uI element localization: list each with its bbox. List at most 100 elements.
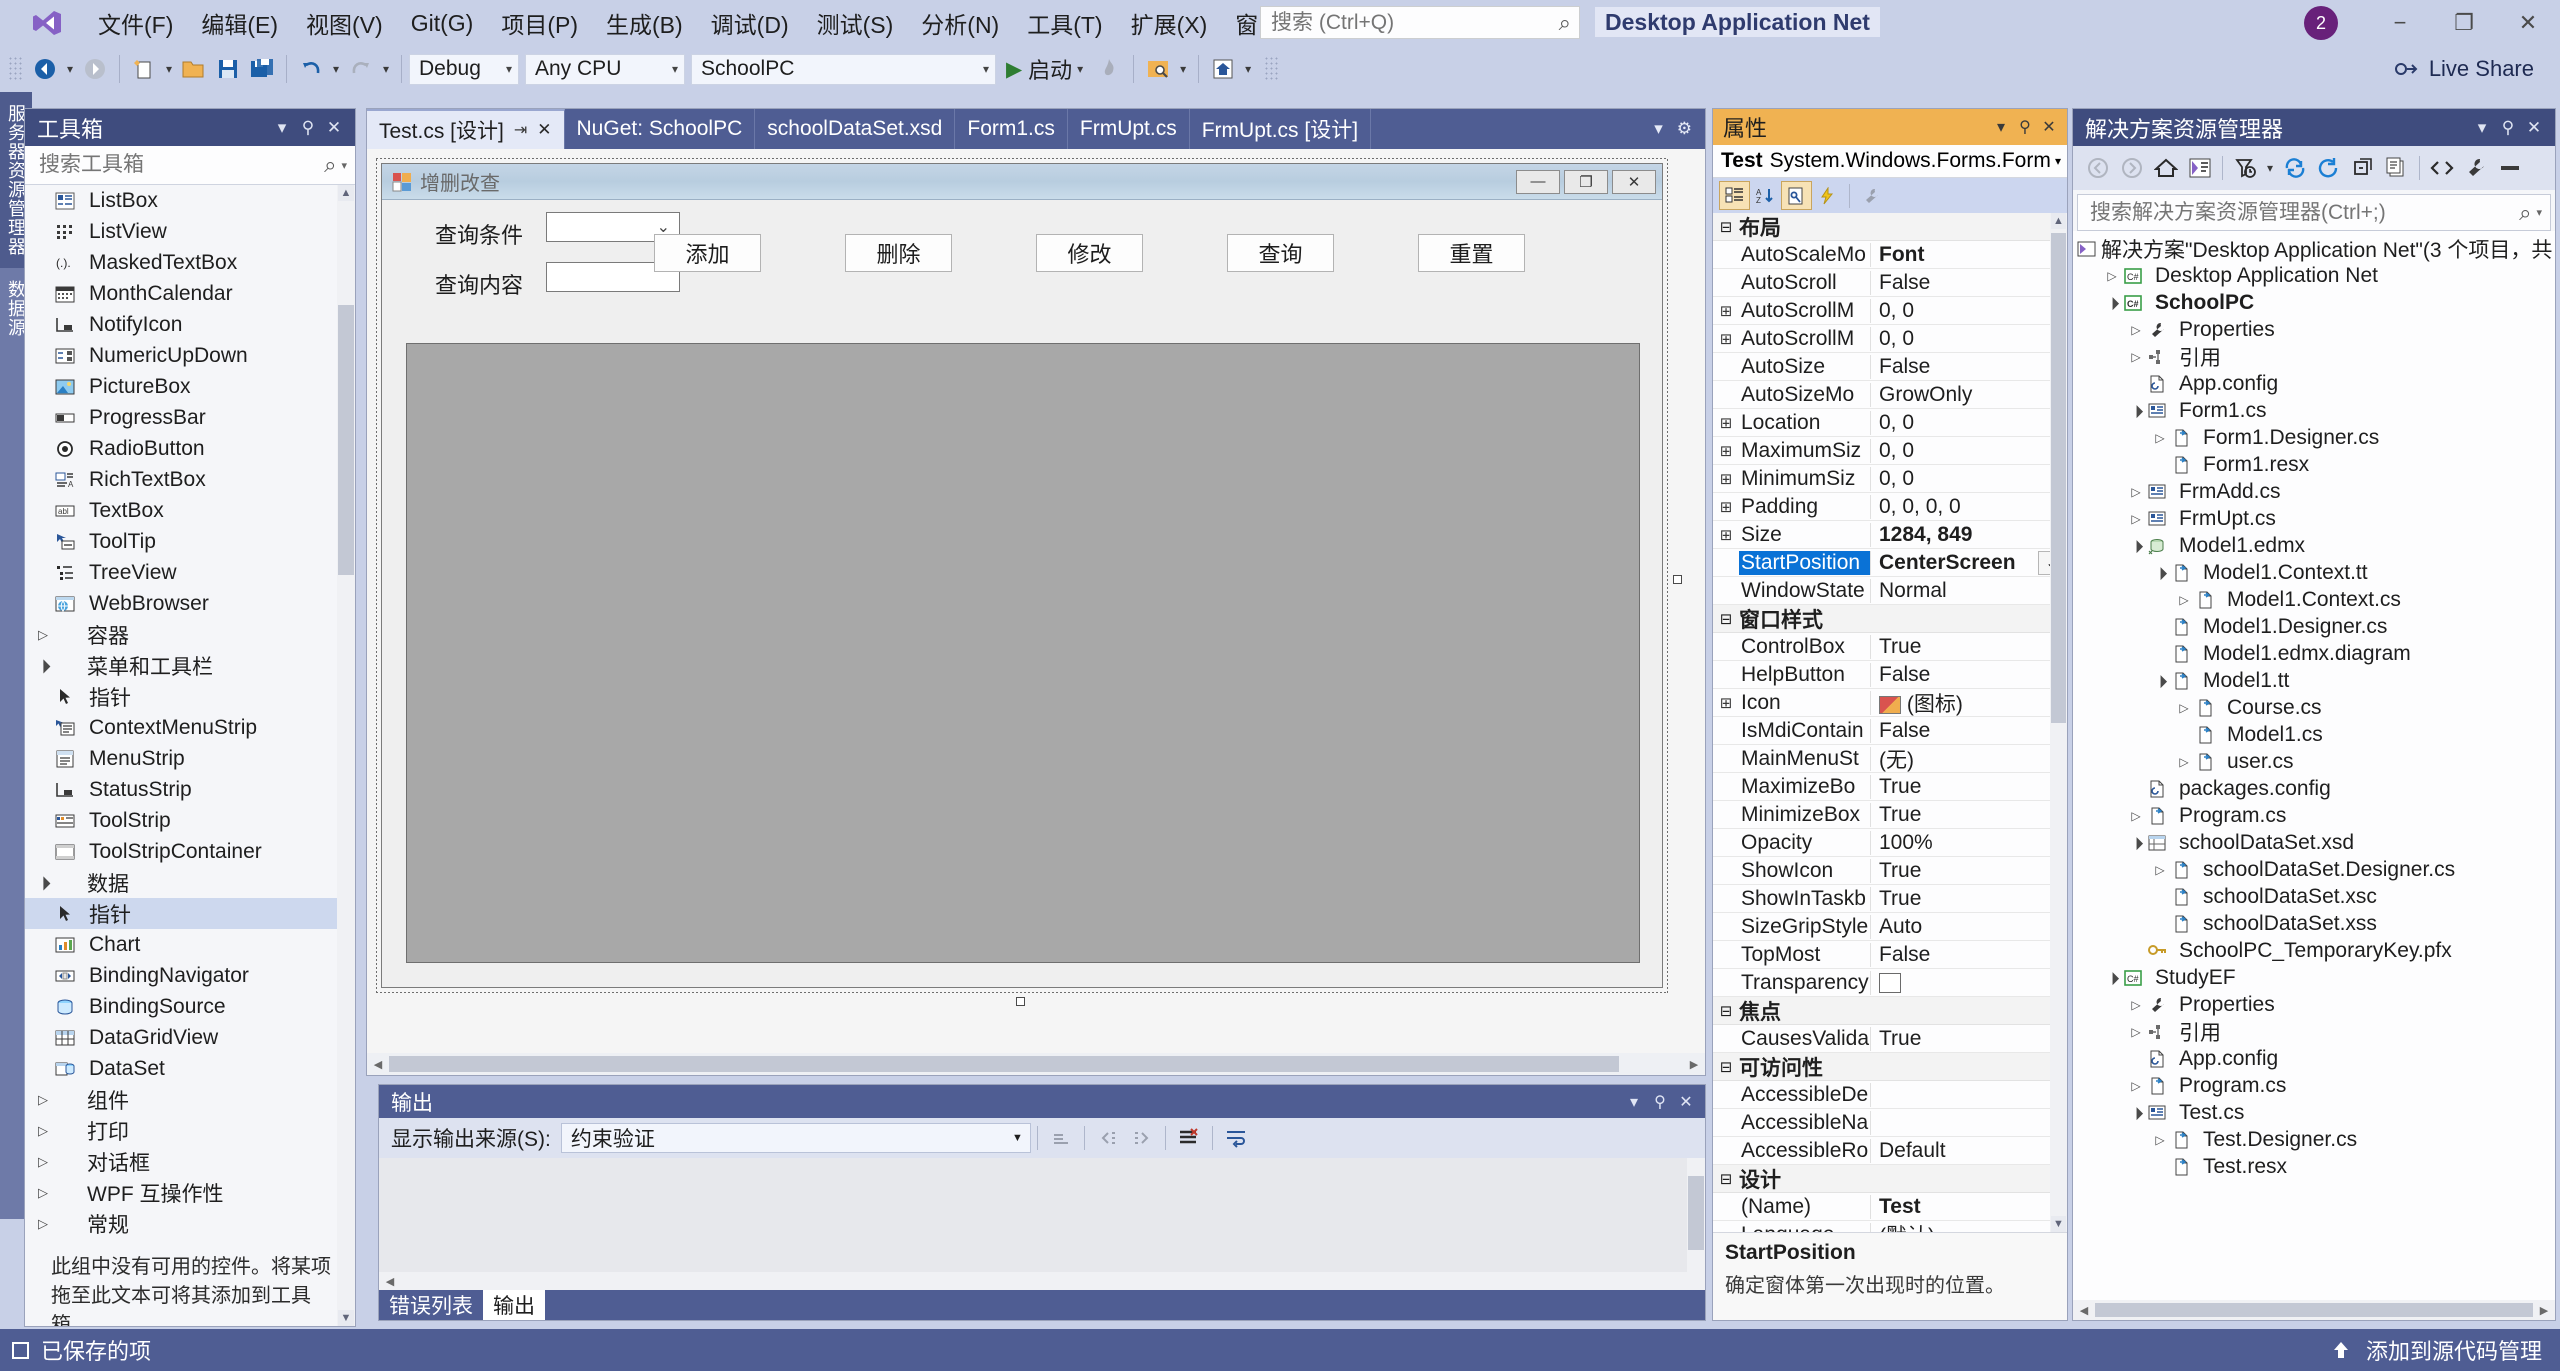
property-row-1-9[interactable]: ShowInTaskbTrue: [1713, 885, 2067, 913]
property-value[interactable]: 0, 0: [1871, 299, 2067, 323]
update-button[interactable]: 修改: [1036, 234, 1143, 272]
collapsed-arrow-icon[interactable]: ▷: [2149, 1133, 2171, 1147]
collapsed-arrow-icon[interactable]: ▷: [2125, 1079, 2147, 1093]
toolbox-item-7[interactable]: ProgressBar: [25, 402, 355, 433]
expand-icon[interactable]: ⊞: [1713, 498, 1739, 516]
expanded-arrow-icon[interactable]: ◢: [2147, 560, 2172, 585]
property-row-1-10[interactable]: SizeGripStyleAuto: [1713, 913, 2067, 941]
pending-changes-icon[interactable]: [2183, 151, 2217, 185]
property-value[interactable]: Test: [1871, 1195, 2067, 1219]
solution-tree-node-9[interactable]: ▷FrmAdd.cs: [2073, 478, 2555, 505]
toolbox-item-24[interactable]: Chart: [25, 929, 355, 960]
property-value[interactable]: [1871, 971, 2067, 995]
property-row-0-5[interactable]: AutoSizeMoGrowOnly: [1713, 381, 2067, 409]
toolbox-item-25[interactable]: BindingNavigator: [25, 960, 355, 991]
property-row-0-7[interactable]: ⊞MaximumSiz0, 0: [1713, 437, 2067, 465]
color-swatch[interactable]: [1879, 973, 1901, 993]
status-right[interactable]: 添加到源代码管理: [2330, 1334, 2560, 1366]
form-minimize-button[interactable]: —: [1516, 170, 1560, 194]
scroll-left-icon[interactable]: ◀: [2073, 1299, 2095, 1321]
find-message-icon[interactable]: [1044, 1121, 1078, 1155]
chevron-down-icon[interactable]: ▾: [269, 118, 295, 138]
solution-tree-node-15[interactable]: Model1.edmx.diagram: [2073, 640, 2555, 667]
close-icon[interactable]: ✕: [321, 118, 347, 138]
go-to-next-icon[interactable]: [1125, 1121, 1159, 1155]
toggle-word-wrap-icon[interactable]: [1219, 1121, 1253, 1155]
scroll-right-icon[interactable]: ▶: [1683, 1053, 1705, 1075]
expanded-arrow-icon[interactable]: ◢: [2147, 668, 2172, 693]
property-value[interactable]: True: [1871, 803, 2067, 827]
property-value[interactable]: True: [1871, 887, 2067, 911]
toolbox-group-32[interactable]: ▷WPF 互操作性: [25, 1177, 355, 1208]
property-value[interactable]: 100%: [1871, 831, 2067, 855]
solution-tree-node-8[interactable]: Form1.resx: [2073, 451, 2555, 478]
properties-scrollbar[interactable]: ▲ ▼: [2050, 213, 2067, 1232]
start-debug-dropdown-icon[interactable]: ▾: [1072, 52, 1088, 86]
menu-extensions[interactable]: 扩展(X): [1117, 2, 1222, 44]
property-pages-wrench-icon[interactable]: [1856, 181, 1887, 210]
go-to-previous-icon[interactable]: [1091, 1121, 1125, 1155]
properties-object-selector[interactable]: Test System.Windows.Forms.Form ▾: [1713, 145, 2067, 178]
toolbox-item-16[interactable]: 指针: [25, 681, 355, 712]
property-value[interactable]: Font: [1871, 243, 2067, 267]
designed-form[interactable]: 增删改查 — ❐ ✕ 查询条件 ⌄ 查询内容 添加 删除 修改 查询 重: [381, 163, 1663, 988]
property-row-4-1[interactable]: Language(默认): [1713, 1221, 2067, 1232]
toolbox-group-30[interactable]: ▷打印: [25, 1115, 355, 1146]
search-dropdown-icon[interactable]: ▾: [1175, 52, 1191, 86]
events-icon[interactable]: [1812, 181, 1843, 210]
output-vertical-scrollbar[interactable]: [1687, 1158, 1705, 1272]
solution-tree-node-20[interactable]: packages.config: [2073, 775, 2555, 802]
solution-tree-node-6[interactable]: ◢Form1.cs: [2073, 397, 2555, 424]
toolbox-group-33[interactable]: ▷常规: [25, 1208, 355, 1239]
solution-tree-node-30[interactable]: App.config: [2073, 1045, 2555, 1072]
property-row-1-6[interactable]: MinimizeBoxTrue: [1713, 801, 2067, 829]
home-icon[interactable]: [1206, 52, 1240, 86]
solution-tree-node-12[interactable]: ◢Model1.Context.tt: [2073, 559, 2555, 586]
navigate-back-dropdown-icon[interactable]: ▾: [62, 52, 78, 86]
sync-with-active-doc-icon[interactable]: [2278, 151, 2312, 185]
tab-form1-cs[interactable]: Form1.cs: [955, 109, 1068, 149]
solution-tree-node-11[interactable]: ◢Model1.edmx: [2073, 532, 2555, 559]
collapsed-arrow-icon[interactable]: ▷: [2125, 809, 2147, 823]
toolbox-item-10[interactable]: ablTextBox: [25, 495, 355, 526]
expanded-arrow-icon[interactable]: ◢: [2123, 533, 2148, 558]
properties-grid[interactable]: ⊟布局AutoScaleMoFontAutoScrollFalse⊞AutoSc…: [1713, 213, 2067, 1232]
solution-tree-node-14[interactable]: Model1.Designer.cs: [2073, 613, 2555, 640]
navigate-forward-icon[interactable]: [2115, 151, 2149, 185]
save-icon[interactable]: [211, 52, 245, 86]
property-row-0-6[interactable]: ⊞Location0, 0: [1713, 409, 2067, 437]
property-value[interactable]: 0, 0: [1871, 327, 2067, 351]
hot-reload-icon[interactable]: [1092, 52, 1126, 86]
global-search-input[interactable]: [1269, 10, 1559, 36]
minimize-button[interactable]: −: [2368, 0, 2432, 46]
close-button[interactable]: ✕: [2496, 0, 2560, 46]
reset-button[interactable]: 重置: [1418, 234, 1525, 272]
property-row-1-4[interactable]: MainMenuSt(无): [1713, 745, 2067, 773]
toolbox-item-6[interactable]: PictureBox: [25, 371, 355, 402]
close-icon[interactable]: ✕: [1673, 1092, 1699, 1112]
properties-pages-icon[interactable]: [1781, 181, 1812, 210]
chevron-down-icon[interactable]: ▾: [2055, 154, 2061, 168]
property-value[interactable]: GrowOnly: [1871, 383, 2067, 407]
chevron-down-icon[interactable]: ▾: [341, 159, 347, 172]
property-row-0-3[interactable]: ⊞AutoScrollM0, 0: [1713, 325, 2067, 353]
solution-tree-node-27[interactable]: ◢C#StudyEF: [2073, 964, 2555, 991]
collapsed-arrow-icon[interactable]: ▷: [33, 1216, 53, 1232]
collapsed-arrow-icon[interactable]: ▷: [2125, 485, 2147, 499]
expand-icon[interactable]: ⊞: [1713, 470, 1739, 488]
collapse-icon[interactable]: ⊟: [1713, 1170, 1739, 1188]
solution-tree[interactable]: 解决方案"Desktop Application Net"(3 个项目，共 3▷…: [2073, 231, 2555, 1300]
pin-icon[interactable]: ⚲: [1647, 1092, 1673, 1112]
home-icon[interactable]: [2149, 151, 2183, 185]
designer-horizontal-scrollbar[interactable]: ◀ ▶: [367, 1053, 1705, 1075]
solution-tree-node-18[interactable]: Model1.cs: [2073, 721, 2555, 748]
collapsed-arrow-icon[interactable]: ▷: [2125, 998, 2147, 1012]
toolbox-item-13[interactable]: WebBrowser: [25, 588, 355, 619]
property-row-1-3[interactable]: IsMdiContainFalse: [1713, 717, 2067, 745]
pin-icon[interactable]: ⚲: [2013, 117, 2037, 137]
close-icon[interactable]: ✕: [2521, 118, 2547, 138]
data-grid-view[interactable]: [406, 343, 1640, 963]
collapse-icon[interactable]: ⊟: [1713, 218, 1739, 236]
save-all-icon[interactable]: [245, 52, 279, 86]
expand-icon[interactable]: ⊞: [1713, 694, 1739, 712]
